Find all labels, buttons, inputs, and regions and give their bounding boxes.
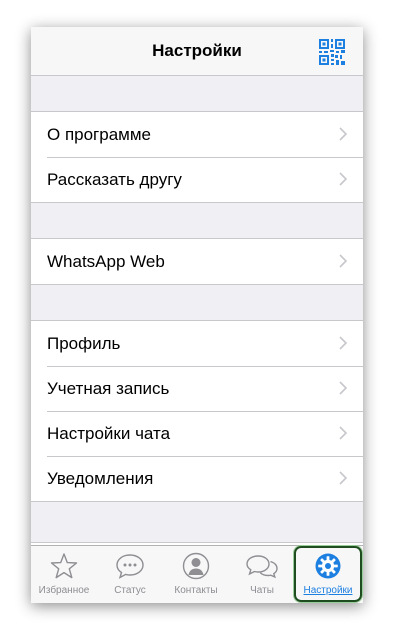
- row-label: Уведомления: [47, 469, 154, 488]
- settings-group-about: О программе Рассказать другу: [31, 111, 363, 203]
- navigation-bar: Настройки: [31, 27, 363, 76]
- settings-group-web: WhatsApp Web: [31, 238, 363, 285]
- row-label: Рассказать другу: [47, 170, 182, 189]
- speech-bubble-icon: [116, 554, 144, 579]
- row-whatsapp-web[interactable]: WhatsApp Web: [31, 239, 363, 284]
- qr-code-button[interactable]: [319, 39, 345, 65]
- row-label: О программе: [47, 125, 152, 144]
- phone-screen: Настройки О программе Рассказать другу W…: [31, 27, 363, 603]
- row-chat-settings[interactable]: Настройки чата: [31, 411, 363, 456]
- chevron-right-icon: [339, 127, 347, 141]
- row-notifications[interactable]: Уведомления: [31, 456, 363, 501]
- star-icon: [50, 553, 78, 579]
- tab-status[interactable]: Статус: [97, 546, 163, 602]
- tab-bar: Избранное Статус Контакты Чаты Настройки: [31, 545, 363, 603]
- chevron-right-icon: [339, 471, 347, 485]
- row-profile[interactable]: Профиль: [31, 321, 363, 366]
- chevron-right-icon: [339, 336, 347, 350]
- row-tell-friend[interactable]: Рассказать другу: [31, 157, 363, 202]
- chevron-right-icon: [339, 426, 347, 440]
- tab-favorites[interactable]: Избранное: [31, 546, 97, 602]
- chats-icon: [246, 555, 278, 579]
- page-title: Настройки: [152, 41, 242, 60]
- row-label: WhatsApp Web: [47, 252, 165, 271]
- selected-tab-highlight: [294, 546, 362, 602]
- row-label: Учетная запись: [47, 379, 170, 398]
- row-label: Настройки чата: [47, 424, 171, 443]
- contact-icon: [182, 552, 210, 580]
- chevron-right-icon: [339, 381, 347, 395]
- tab-contacts[interactable]: Контакты: [163, 546, 229, 602]
- row-label: Профиль: [47, 334, 121, 353]
- row-about[interactable]: О программе: [31, 112, 363, 157]
- settings-group-account: Профиль Учетная запись Настройки чата Ув…: [31, 320, 363, 502]
- tab-chats[interactable]: Чаты: [229, 546, 295, 602]
- qr-code-icon: [319, 39, 345, 65]
- chevron-right-icon: [339, 172, 347, 186]
- chevron-right-icon: [339, 254, 347, 268]
- row-account[interactable]: Учетная запись: [31, 366, 363, 411]
